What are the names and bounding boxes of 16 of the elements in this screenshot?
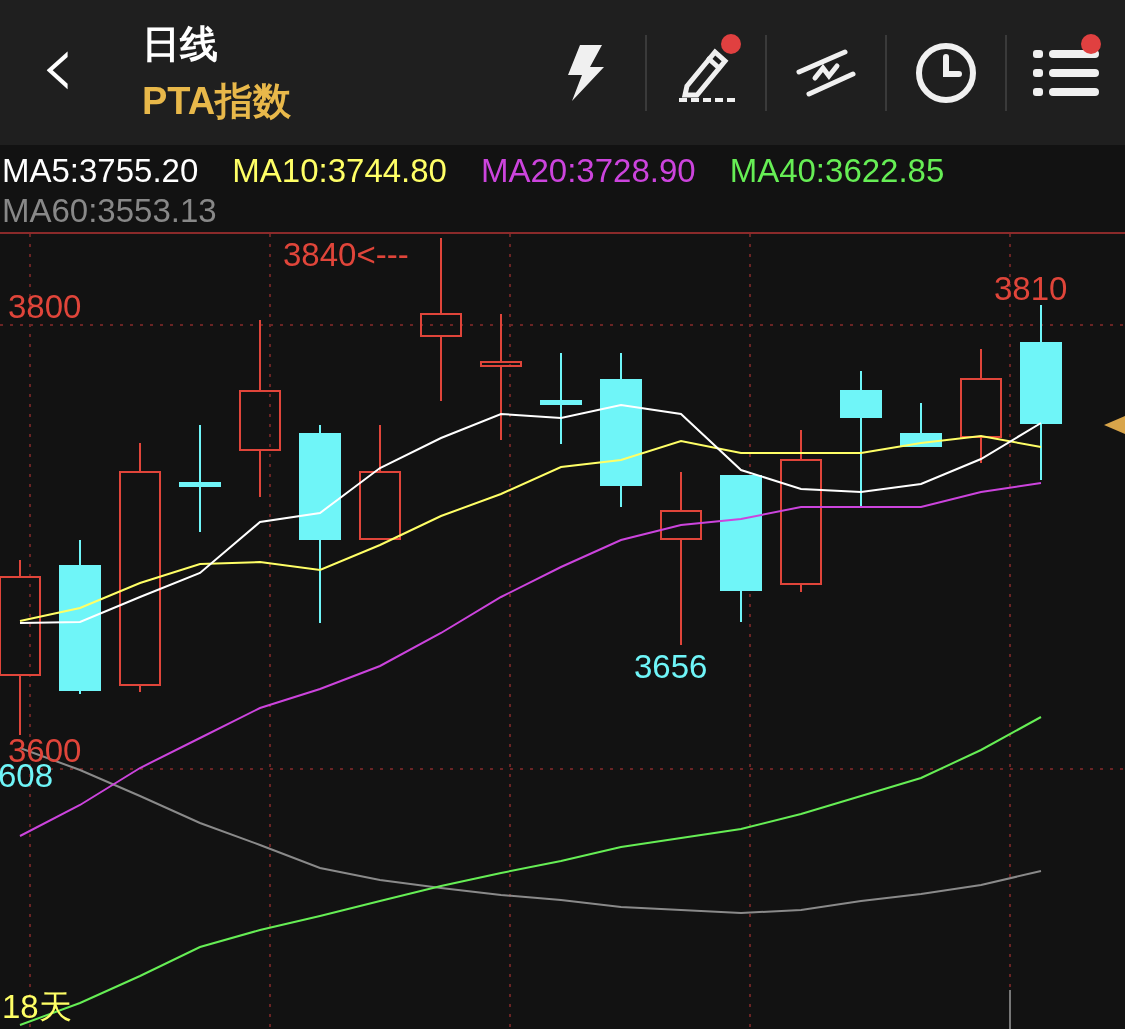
- moving-average-value: MA60:3553.13: [2, 191, 217, 231]
- price-label: 3800: [8, 290, 82, 323]
- price-label: 3656: [634, 650, 708, 683]
- trend-lines-icon: [795, 47, 857, 98]
- price-label: 3840<---: [283, 238, 409, 271]
- back-button[interactable]: ‹: [40, 20, 76, 125]
- candlestick: [900, 402, 942, 447]
- moving-average-value: MA5:3755.20: [2, 151, 199, 191]
- price-pointer-icon: [1104, 416, 1125, 434]
- moving-average-value: MA40:3622.85: [729, 151, 945, 191]
- instrument-name: PTA指数: [142, 78, 293, 124]
- clock-icon: [915, 41, 977, 104]
- price-label: 3810: [994, 272, 1068, 305]
- moving-average-value: MA10:3744.80: [232, 151, 447, 191]
- moving-average-value: MA20:3728.90: [481, 151, 696, 191]
- chart-period-title: 日线: [142, 21, 219, 67]
